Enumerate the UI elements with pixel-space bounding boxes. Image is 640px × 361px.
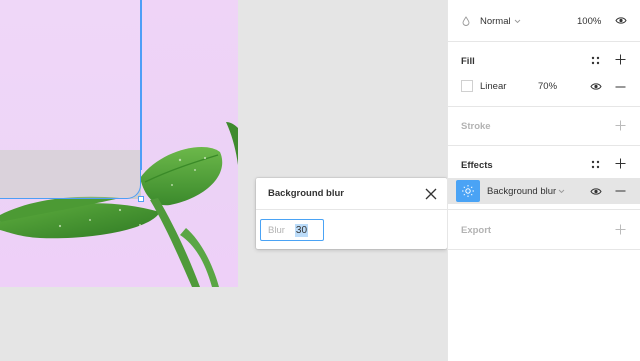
styles-grid-icon[interactable] xyxy=(591,160,600,169)
design-panel: Normal 100% Fill Linear 70% Stroke Effec… xyxy=(447,0,640,361)
popover-title: Background blur xyxy=(268,188,345,199)
background-blur-popover: Background blur Blur 30 xyxy=(256,178,447,249)
layer-opacity-input[interactable]: 100% xyxy=(577,16,601,27)
remove-effect-minus-icon[interactable] xyxy=(615,190,626,192)
stroke-title: Stroke xyxy=(461,121,491,132)
effects-title: Effects xyxy=(461,160,493,171)
close-icon[interactable] xyxy=(424,187,438,201)
add-export-plus-icon[interactable] xyxy=(615,224,626,235)
sun-icon xyxy=(462,185,474,197)
plant-image[interactable] xyxy=(0,0,238,287)
fill-section: Fill Linear 70% xyxy=(448,42,640,107)
fill-opacity[interactable]: 70% xyxy=(538,81,557,92)
eye-icon[interactable] xyxy=(590,187,602,196)
blur-label: Blur xyxy=(268,224,285,236)
popover-header: Background blur xyxy=(256,178,447,210)
eye-icon[interactable] xyxy=(590,82,602,91)
fill-color-swatch[interactable] xyxy=(461,80,473,92)
blur-input[interactable]: Blur 30 xyxy=(260,219,324,241)
effect-settings-button[interactable] xyxy=(456,180,480,202)
remove-fill-minus-icon[interactable] xyxy=(615,86,626,88)
fill-type[interactable]: Linear xyxy=(480,81,506,92)
styles-grid-icon[interactable] xyxy=(591,56,600,65)
blur-value[interactable]: 30 xyxy=(294,223,309,237)
effect-type-select[interactable]: Background blur xyxy=(487,186,556,197)
resize-handle[interactable] xyxy=(138,196,144,202)
blur-frame-selection[interactable] xyxy=(0,0,141,199)
add-stroke-plus-icon[interactable] xyxy=(615,120,626,131)
blend-mode-icon xyxy=(462,16,470,26)
stroke-section: Stroke xyxy=(448,107,640,146)
layer-section: Normal 100% xyxy=(448,0,640,42)
export-section: Export xyxy=(448,210,640,250)
add-fill-plus-icon[interactable] xyxy=(615,54,626,65)
fill-title: Fill xyxy=(461,56,475,67)
add-effect-plus-icon[interactable] xyxy=(615,158,626,169)
chevron-down-icon[interactable] xyxy=(514,19,521,24)
canvas[interactable]: Background blur Blur 30 xyxy=(0,0,447,361)
selection-guide-line xyxy=(141,0,142,170)
chevron-down-icon[interactable] xyxy=(558,189,565,194)
blend-mode-select[interactable]: Normal xyxy=(480,16,511,27)
export-title: Export xyxy=(461,225,492,236)
eye-icon[interactable] xyxy=(615,16,627,25)
